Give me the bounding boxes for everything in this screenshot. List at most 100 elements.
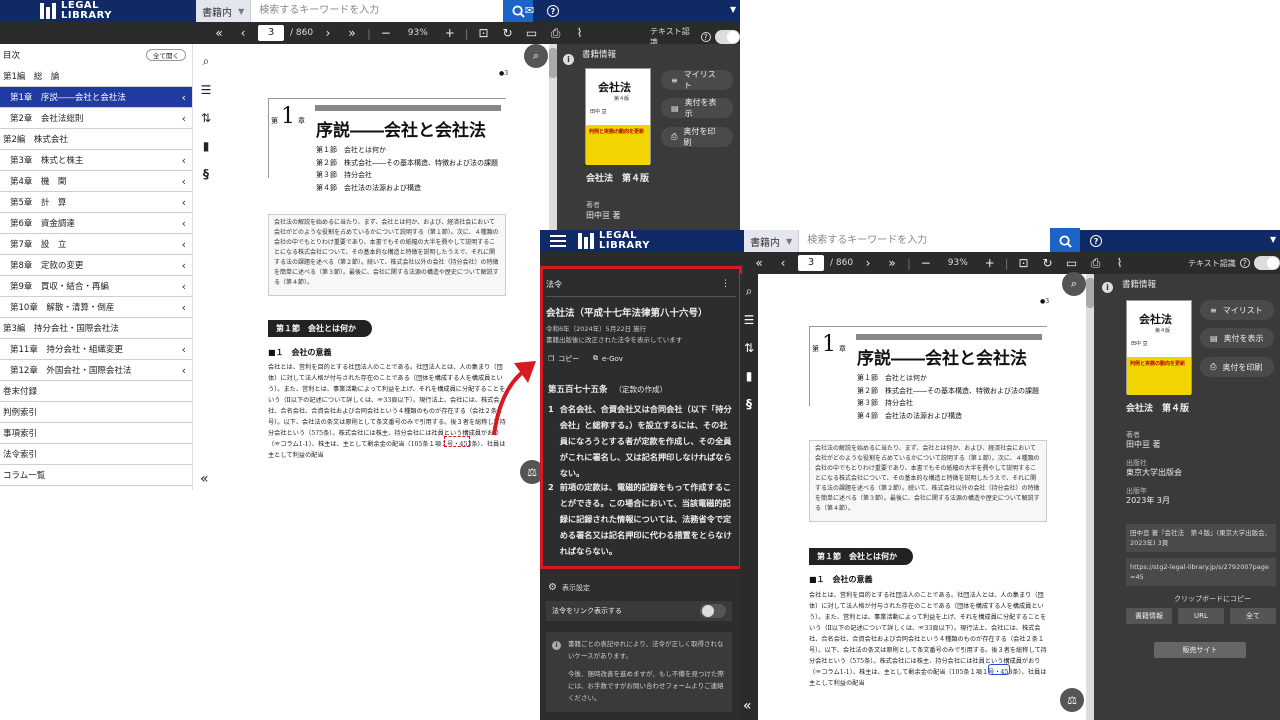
sort-icon[interactable]: ⇅ [744, 341, 754, 355]
chevron-left-icon[interactable]: ‹ [182, 91, 186, 104]
fit-page-icon[interactable]: ⊡ [1015, 256, 1033, 270]
book-cover[interactable]: 会社法 第４版 田中 亘 判例と実務の動向を更新 [1126, 300, 1192, 395]
expand-all-button[interactable]: 全て開く [146, 49, 186, 61]
chevron-left-icon[interactable]: ‹ [182, 217, 186, 230]
toc-item[interactable]: 第12章 外国会社・国際会社法 ‹ [0, 360, 192, 381]
section-icon[interactable]: § [746, 397, 752, 411]
first-page-icon[interactable]: « [210, 26, 228, 40]
toc-item[interactable]: 第1編 総 論 [0, 66, 192, 87]
chevron-left-icon[interactable]: ‹ [182, 301, 186, 314]
account-dropdown-icon[interactable]: ▼ [730, 5, 736, 14]
attachment-icon[interactable]: ⌇ [571, 26, 589, 40]
text-recognition-toggle[interactable] [1253, 256, 1280, 270]
toc-item[interactable]: コラム一覧 [0, 465, 192, 486]
last-page-icon[interactable]: » [343, 26, 361, 40]
next-page-icon[interactable]: › [319, 26, 337, 40]
mylist-button[interactable]: ≡ マイリスト [661, 70, 733, 90]
list-icon[interactable]: ☰ [744, 313, 755, 327]
chevron-left-icon[interactable]: ‹ [182, 154, 186, 167]
toc-item[interactable]: 第5章 計 算 ‹ [0, 192, 192, 213]
search-icon[interactable]: ⌕ [746, 284, 753, 299]
scrollbar-thumb[interactable] [549, 48, 557, 78]
page-scrollbar[interactable] [1086, 274, 1094, 720]
chevron-left-icon[interactable]: ‹ [182, 196, 186, 209]
bookmark-icon[interactable]: ▮ [746, 369, 753, 383]
rotate-icon[interactable]: ↻ [499, 26, 517, 40]
first-page-icon[interactable]: « [750, 256, 768, 270]
chevron-left-icon[interactable]: ‹ [182, 238, 186, 251]
page-number-input[interactable]: 3 [258, 25, 284, 41]
collapse-panel-icon[interactable]: « [743, 698, 752, 714]
toc-item[interactable]: 第6章 資金調達 ‹ [0, 213, 192, 234]
help-icon[interactable]: ? [700, 32, 711, 42]
copy-all-button[interactable]: 全て [1230, 608, 1276, 624]
law-link-highlight[interactable] [988, 664, 1010, 675]
bell-icon[interactable]: ✉ [525, 4, 534, 17]
sort-icon[interactable]: ⇅ [201, 111, 211, 125]
section-icon[interactable]: § [203, 167, 209, 181]
page-search-icon[interactable]: ⌕ [524, 44, 548, 68]
toc-item[interactable]: 事項索引 [0, 423, 192, 444]
chevron-left-icon[interactable]: ‹ [182, 175, 186, 188]
show-colophon-button[interactable]: ▤ 奥付を表示 [1200, 328, 1274, 348]
toc-item[interactable]: 第1章 序説――会社と会社法 ‹ [0, 87, 192, 108]
last-page-icon[interactable]: » [883, 256, 901, 270]
rotate-icon[interactable]: ↻ [1039, 256, 1057, 270]
more-options-icon[interactable]: ⋮ [721, 279, 730, 289]
toc-item[interactable]: 第2編 株式会社 [0, 129, 192, 150]
search-icon[interactable]: ⌕ [203, 54, 210, 69]
link-display-toggle[interactable] [700, 604, 726, 618]
page-number-input[interactable]: 3 [798, 255, 824, 271]
zoom-out-icon[interactable]: − [377, 26, 395, 40]
egov-link[interactable]: ⧉ e-Gov [593, 354, 623, 363]
toc-item[interactable]: 第4章 機 関 ‹ [0, 171, 192, 192]
hamburger-menu-icon[interactable] [550, 235, 566, 247]
help-icon[interactable]: ? [1239, 258, 1250, 268]
attachment-icon[interactable]: ⌇ [1111, 256, 1129, 270]
toc-item[interactable]: 第11章 持分会社・組織変更 ‹ [0, 339, 192, 360]
toc-item[interactable]: 第9章 買収・結合・再編 ‹ [0, 276, 192, 297]
law-link-highlight[interactable] [444, 436, 470, 447]
toc-item[interactable]: 判例索引 [0, 402, 192, 423]
help-icon[interactable]: ? [547, 5, 559, 17]
law-panel-icon[interactable]: ⚖ [1060, 688, 1084, 712]
zoom-level[interactable]: 93% [401, 28, 435, 38]
search-button[interactable] [1050, 228, 1081, 254]
book-cover[interactable]: 会社法 第４版 田中 亘 判例と実務の動向を更新 [585, 68, 651, 165]
account-dropdown-icon[interactable]: ▼ [1270, 235, 1276, 244]
show-colophon-button[interactable]: ▤ 奥付を表示 [661, 98, 733, 118]
zoom-out-icon[interactable]: − [917, 256, 935, 270]
toc-item[interactable]: 巻末付録 [0, 381, 192, 402]
zoom-in-icon[interactable]: + [441, 26, 459, 40]
prev-page-icon[interactable]: ‹ [774, 256, 792, 270]
search-scope-select[interactable]: 書籍内 ▼ [744, 230, 800, 252]
copy-book-info-button[interactable]: 書籍情報 [1126, 608, 1172, 624]
toc-item[interactable]: 第7章 設 立 ‹ [0, 234, 192, 255]
zoom-in-icon[interactable]: + [981, 256, 999, 270]
chevron-left-icon[interactable]: ‹ [182, 259, 186, 272]
collapse-sidebar-icon[interactable]: « [200, 471, 209, 487]
sales-site-button[interactable]: 販売サイト [1154, 642, 1246, 658]
zoom-level[interactable]: 93% [941, 258, 975, 268]
toc-item[interactable]: 第8章 定款の変更 ‹ [0, 255, 192, 276]
mylist-button[interactable]: ≡ マイリスト [1200, 300, 1274, 320]
chevron-left-icon[interactable]: ‹ [182, 280, 186, 293]
copy-url-button[interactable]: URL [1178, 608, 1224, 624]
search-input[interactable]: 検索するキーワードを入力 [799, 230, 936, 252]
prev-page-icon[interactable]: ‹ [234, 26, 252, 40]
print-colophon-button[interactable]: ⎙ 奥付を印刷 [1200, 357, 1274, 377]
book-view-icon[interactable]: ▭ [523, 26, 541, 40]
text-recognition-toggle[interactable] [714, 30, 740, 44]
search-scope-select[interactable]: 書籍内 ▼ [196, 0, 252, 22]
toc-item[interactable]: 第2章 会社法総則 ‹ [0, 108, 192, 129]
chevron-left-icon[interactable]: ‹ [182, 343, 186, 356]
next-page-icon[interactable]: › [859, 256, 877, 270]
toc-item[interactable]: 第3章 株式と株主 ‹ [0, 150, 192, 171]
toc-item[interactable]: 法令索引 [0, 444, 192, 465]
print-colophon-button[interactable]: ⎙ 奥付を印刷 [661, 127, 733, 147]
list-icon[interactable]: ☰ [201, 83, 212, 97]
app-logo[interactable]: LEGAL LIBRARY [578, 231, 650, 251]
help-icon[interactable]: ? [1090, 235, 1103, 247]
bookmark-icon[interactable]: ▮ [203, 139, 210, 153]
print-icon[interactable]: ⎙ [1087, 256, 1105, 271]
